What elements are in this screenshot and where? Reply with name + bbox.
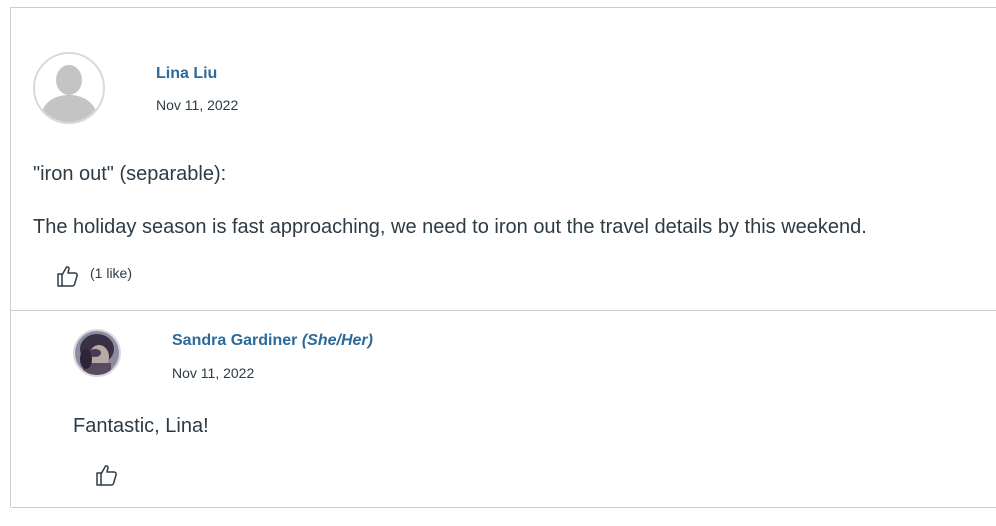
- author-name-link[interactable]: Lina Liu: [156, 65, 217, 83]
- default-user-avatar-icon[interactable]: [33, 52, 105, 124]
- message-line-2: The holiday season is fast approaching, …: [33, 216, 867, 238]
- author-name: Sandra Gardiner: [172, 332, 298, 349]
- discussion-entry: Lina Liu Nov 11, 2022 "iron out" (separa…: [11, 8, 996, 311]
- reply-message: Fantastic, Lina!: [73, 415, 209, 437]
- discussion-thread: Lina Liu Nov 11, 2022 "iron out" (separa…: [10, 7, 996, 508]
- author-name-link[interactable]: Sandra Gardiner (She/Her): [172, 332, 373, 350]
- post-date: Nov 11, 2022: [156, 97, 239, 113]
- user-silhouette-icon: [35, 54, 103, 122]
- thumbs-up-icon: [96, 465, 117, 486]
- discussion-reply: Sandra Gardiner (She/Her) Nov 11, 2022 F…: [11, 311, 996, 508]
- like-button[interactable]: [94, 462, 120, 488]
- like-button[interactable]: [55, 263, 81, 289]
- thumbs-up-icon: [57, 266, 78, 287]
- like-count[interactable]: (1 like): [90, 265, 132, 281]
- user-photo-avatar[interactable]: [73, 329, 121, 377]
- author-pronouns: (She/Her): [301, 332, 373, 349]
- message-line-1: "iron out" (separable):: [33, 163, 227, 185]
- post-date: Nov 11, 2022: [172, 365, 255, 381]
- user-photo-image: [75, 331, 119, 375]
